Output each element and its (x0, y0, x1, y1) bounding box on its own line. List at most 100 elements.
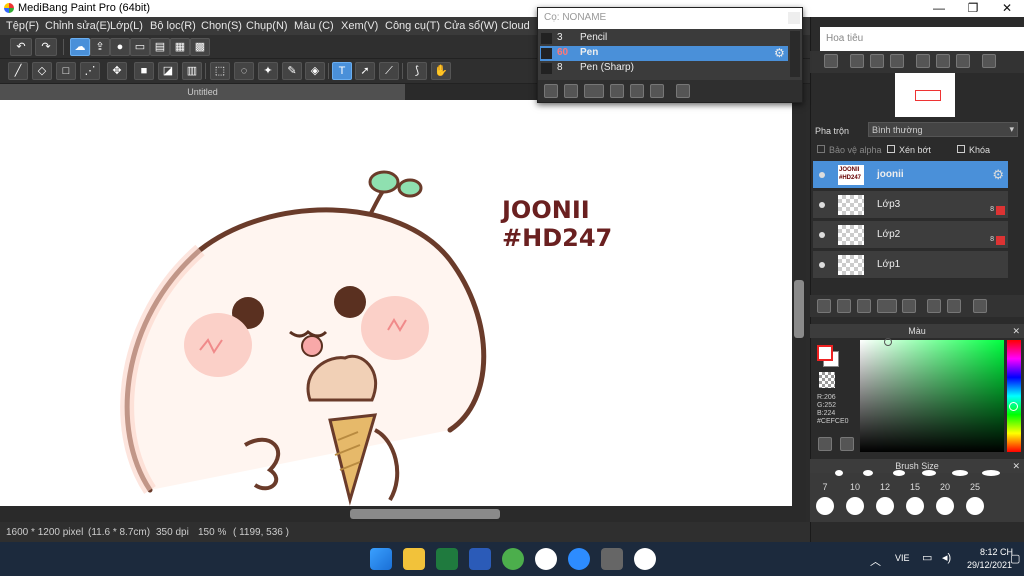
brush-row-pen[interactable]: 60 Pen ⚙ (540, 46, 788, 61)
clock-date[interactable]: 29/12/2021 (967, 560, 1012, 570)
canvas[interactable]: JOONII #HD247 (0, 100, 792, 506)
menu-layer[interactable]: Lớp(L) (110, 20, 143, 32)
volume-icon[interactable]: ◂) (942, 551, 951, 564)
brush-size-label[interactable]: 25 (965, 482, 985, 492)
brush-list-scrollbar[interactable] (790, 31, 800, 77)
rotate-reset-icon[interactable] (936, 54, 950, 68)
navigator-preview[interactable] (895, 73, 955, 117)
menu-snap[interactable]: Chụp(N) (246, 20, 288, 32)
zalo-icon[interactable] (535, 548, 557, 570)
duplicate-brush-icon[interactable] (650, 84, 664, 98)
brush-size-dot[interactable] (922, 470, 936, 476)
new-halftone-layer-icon[interactable] (837, 299, 851, 313)
brush-icon[interactable]: ╱ (8, 62, 28, 80)
vertical-scroll-thumb[interactable] (794, 280, 804, 338)
bubble-icon[interactable]: ● (110, 38, 130, 56)
color-saturation-picker[interactable] (860, 338, 1004, 452)
zoom-in-icon[interactable] (824, 54, 838, 68)
palette-icon[interactable] (818, 437, 832, 451)
language-indicator[interactable]: VIE (895, 553, 910, 563)
undo-icon[interactable]: ↶ (10, 38, 32, 56)
primary-color-swatch[interactable] (817, 345, 833, 361)
visibility-eye-icon[interactable] (819, 232, 825, 238)
minimize-button[interactable]: — (922, 0, 956, 17)
hue-slider-handle[interactable] (1009, 402, 1018, 411)
rotate-right-icon[interactable] (956, 54, 970, 68)
select-pen-icon[interactable]: ✎ (282, 62, 302, 80)
brush-size-dot[interactable] (982, 470, 1000, 476)
divide-icon[interactable]: ⟋ (379, 62, 399, 80)
rotate-left-icon[interactable] (916, 54, 930, 68)
dotline-icon[interactable]: ⋰ (80, 62, 100, 80)
visibility-eye-icon[interactable] (819, 262, 825, 268)
operation-icon[interactable]: ➚ (355, 62, 375, 80)
brush-settings-icon[interactable] (610, 84, 624, 98)
menu-file[interactable]: Tệp(F) (6, 20, 39, 32)
close-button[interactable]: ✕ (990, 0, 1024, 17)
add-brush-menu-icon[interactable] (584, 84, 604, 98)
add-layer-menu-icon[interactable] (877, 299, 897, 313)
brush-size-label[interactable]: 7 (815, 482, 835, 492)
select-eraser-icon[interactable]: ◈ (305, 62, 325, 80)
flip-icon[interactable] (982, 54, 996, 68)
network-icon[interactable]: ▭ (922, 551, 932, 564)
layer-row-lop1[interactable]: Lớp1 (813, 251, 1008, 279)
layer-settings-gear-icon[interactable]: ⚙ (992, 167, 1004, 183)
menu-cloud[interactable]: Cloud (501, 20, 530, 32)
eyedropper-icon[interactable]: ⟆ (407, 62, 427, 80)
eraser-icon[interactable]: ◇ (32, 62, 52, 80)
text-icon[interactable]: T (332, 62, 352, 80)
page-icon[interactable]: ▤ (150, 38, 170, 56)
navigator-viewport-frame[interactable] (915, 90, 941, 101)
hue-slider[interactable] (1007, 340, 1021, 452)
maximize-button[interactable]: ❐ (956, 0, 990, 17)
folder-icon[interactable] (630, 84, 644, 98)
fill-rect-icon[interactable]: ■ (134, 62, 154, 80)
brush-size-dot[interactable] (952, 470, 968, 476)
cloud-icon[interactable]: ☁ (70, 38, 90, 56)
brush-size-dot[interactable] (835, 470, 843, 476)
rect-icon[interactable]: □ (56, 62, 76, 80)
trash-icon[interactable] (676, 84, 690, 98)
fit-icon[interactable] (870, 54, 884, 68)
bucket-icon[interactable]: ◪ (158, 62, 178, 80)
clipping-checkbox[interactable] (887, 145, 895, 153)
lock-checkbox[interactable] (957, 145, 965, 153)
panel-icon[interactable]: ▦ (170, 38, 190, 56)
redo-icon[interactable]: ↷ (35, 38, 57, 56)
brush-size-label[interactable]: 20 (935, 482, 955, 492)
new-brush-icon[interactable] (564, 84, 578, 98)
brush-size-dot[interactable] (906, 497, 924, 515)
brush-size-dot[interactable] (863, 470, 873, 476)
windows-start-icon[interactable] (370, 548, 392, 570)
menu-window[interactable]: Cửa sổ(W) (444, 20, 498, 32)
menu-tools[interactable]: Công cụ(T) (385, 20, 440, 32)
notification-icon[interactable]: ▢ (1010, 552, 1020, 565)
transparent-swatch[interactable] (819, 372, 835, 388)
hand-icon[interactable]: ✋ (431, 62, 451, 80)
duplicate-layer-icon[interactable] (927, 299, 941, 313)
blend-mode-select[interactable]: Bình thường ▾ (868, 122, 1018, 137)
grid-icon[interactable]: ▩ (190, 38, 210, 56)
chrome-icon[interactable] (502, 548, 524, 570)
visibility-eye-icon[interactable] (819, 172, 825, 178)
file-explorer-icon[interactable] (403, 548, 425, 570)
tray-chevron-icon[interactable]: ︿ (870, 553, 881, 569)
brush-size-label[interactable]: 15 (905, 482, 925, 492)
layer-row-joonii[interactable]: JOONII #HD247 joonii ⚙ (813, 161, 1008, 189)
lasso-icon[interactable]: ◌ (234, 62, 254, 80)
medibang-icon[interactable] (634, 548, 656, 570)
magic-wand-icon[interactable]: ✦ (258, 62, 278, 80)
brush-row-pen-sharp[interactable]: 8 Pen (Sharp) (540, 61, 788, 76)
gradient-icon[interactable]: ▥ (182, 62, 202, 80)
layer-row-lop2[interactable]: Lớp2 8 (813, 221, 1008, 249)
clock-time[interactable]: 8:12 CH (980, 547, 1013, 557)
close-icon[interactable]: ✕ (1012, 459, 1020, 473)
close-icon[interactable] (788, 12, 800, 24)
brush-size-dot[interactable] (936, 497, 954, 515)
horizontal-scroll-thumb[interactable] (350, 509, 500, 519)
color-mode-icon[interactable] (840, 437, 854, 451)
layer-row-lop3[interactable]: Lớp3 8 (813, 191, 1008, 219)
gear-icon[interactable]: ⚙ (774, 46, 785, 60)
word-icon[interactable] (469, 548, 491, 570)
